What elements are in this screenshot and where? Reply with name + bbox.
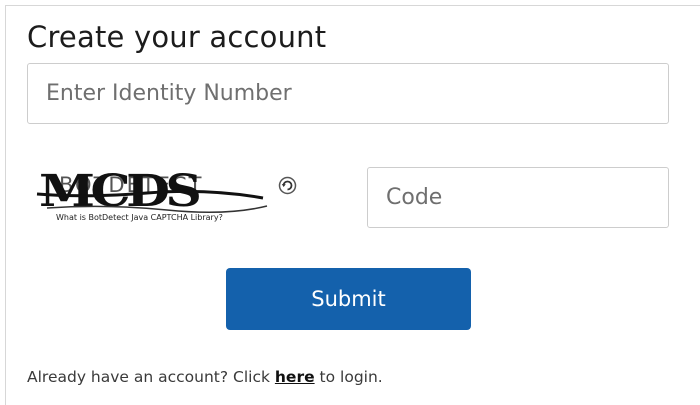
reload-icon[interactable] — [278, 176, 297, 195]
identity-number-input[interactable] — [27, 63, 669, 124]
login-prompt: Already have an account? Click here to l… — [27, 368, 383, 386]
page-title: Create your account — [27, 20, 327, 54]
login-prompt-suffix: to login. — [314, 368, 383, 386]
captcha-code-input[interactable] — [367, 167, 669, 228]
captcha-caption: What is BotDetect Java CAPTCHA Library? — [56, 213, 223, 222]
submit-button[interactable]: Submit — [226, 268, 471, 330]
captcha-image: BOTDETECT MCDS What is BotDetect Java CA… — [27, 168, 273, 226]
login-link[interactable]: here — [275, 368, 315, 386]
login-prompt-prefix: Already have an account? Click — [27, 368, 275, 386]
